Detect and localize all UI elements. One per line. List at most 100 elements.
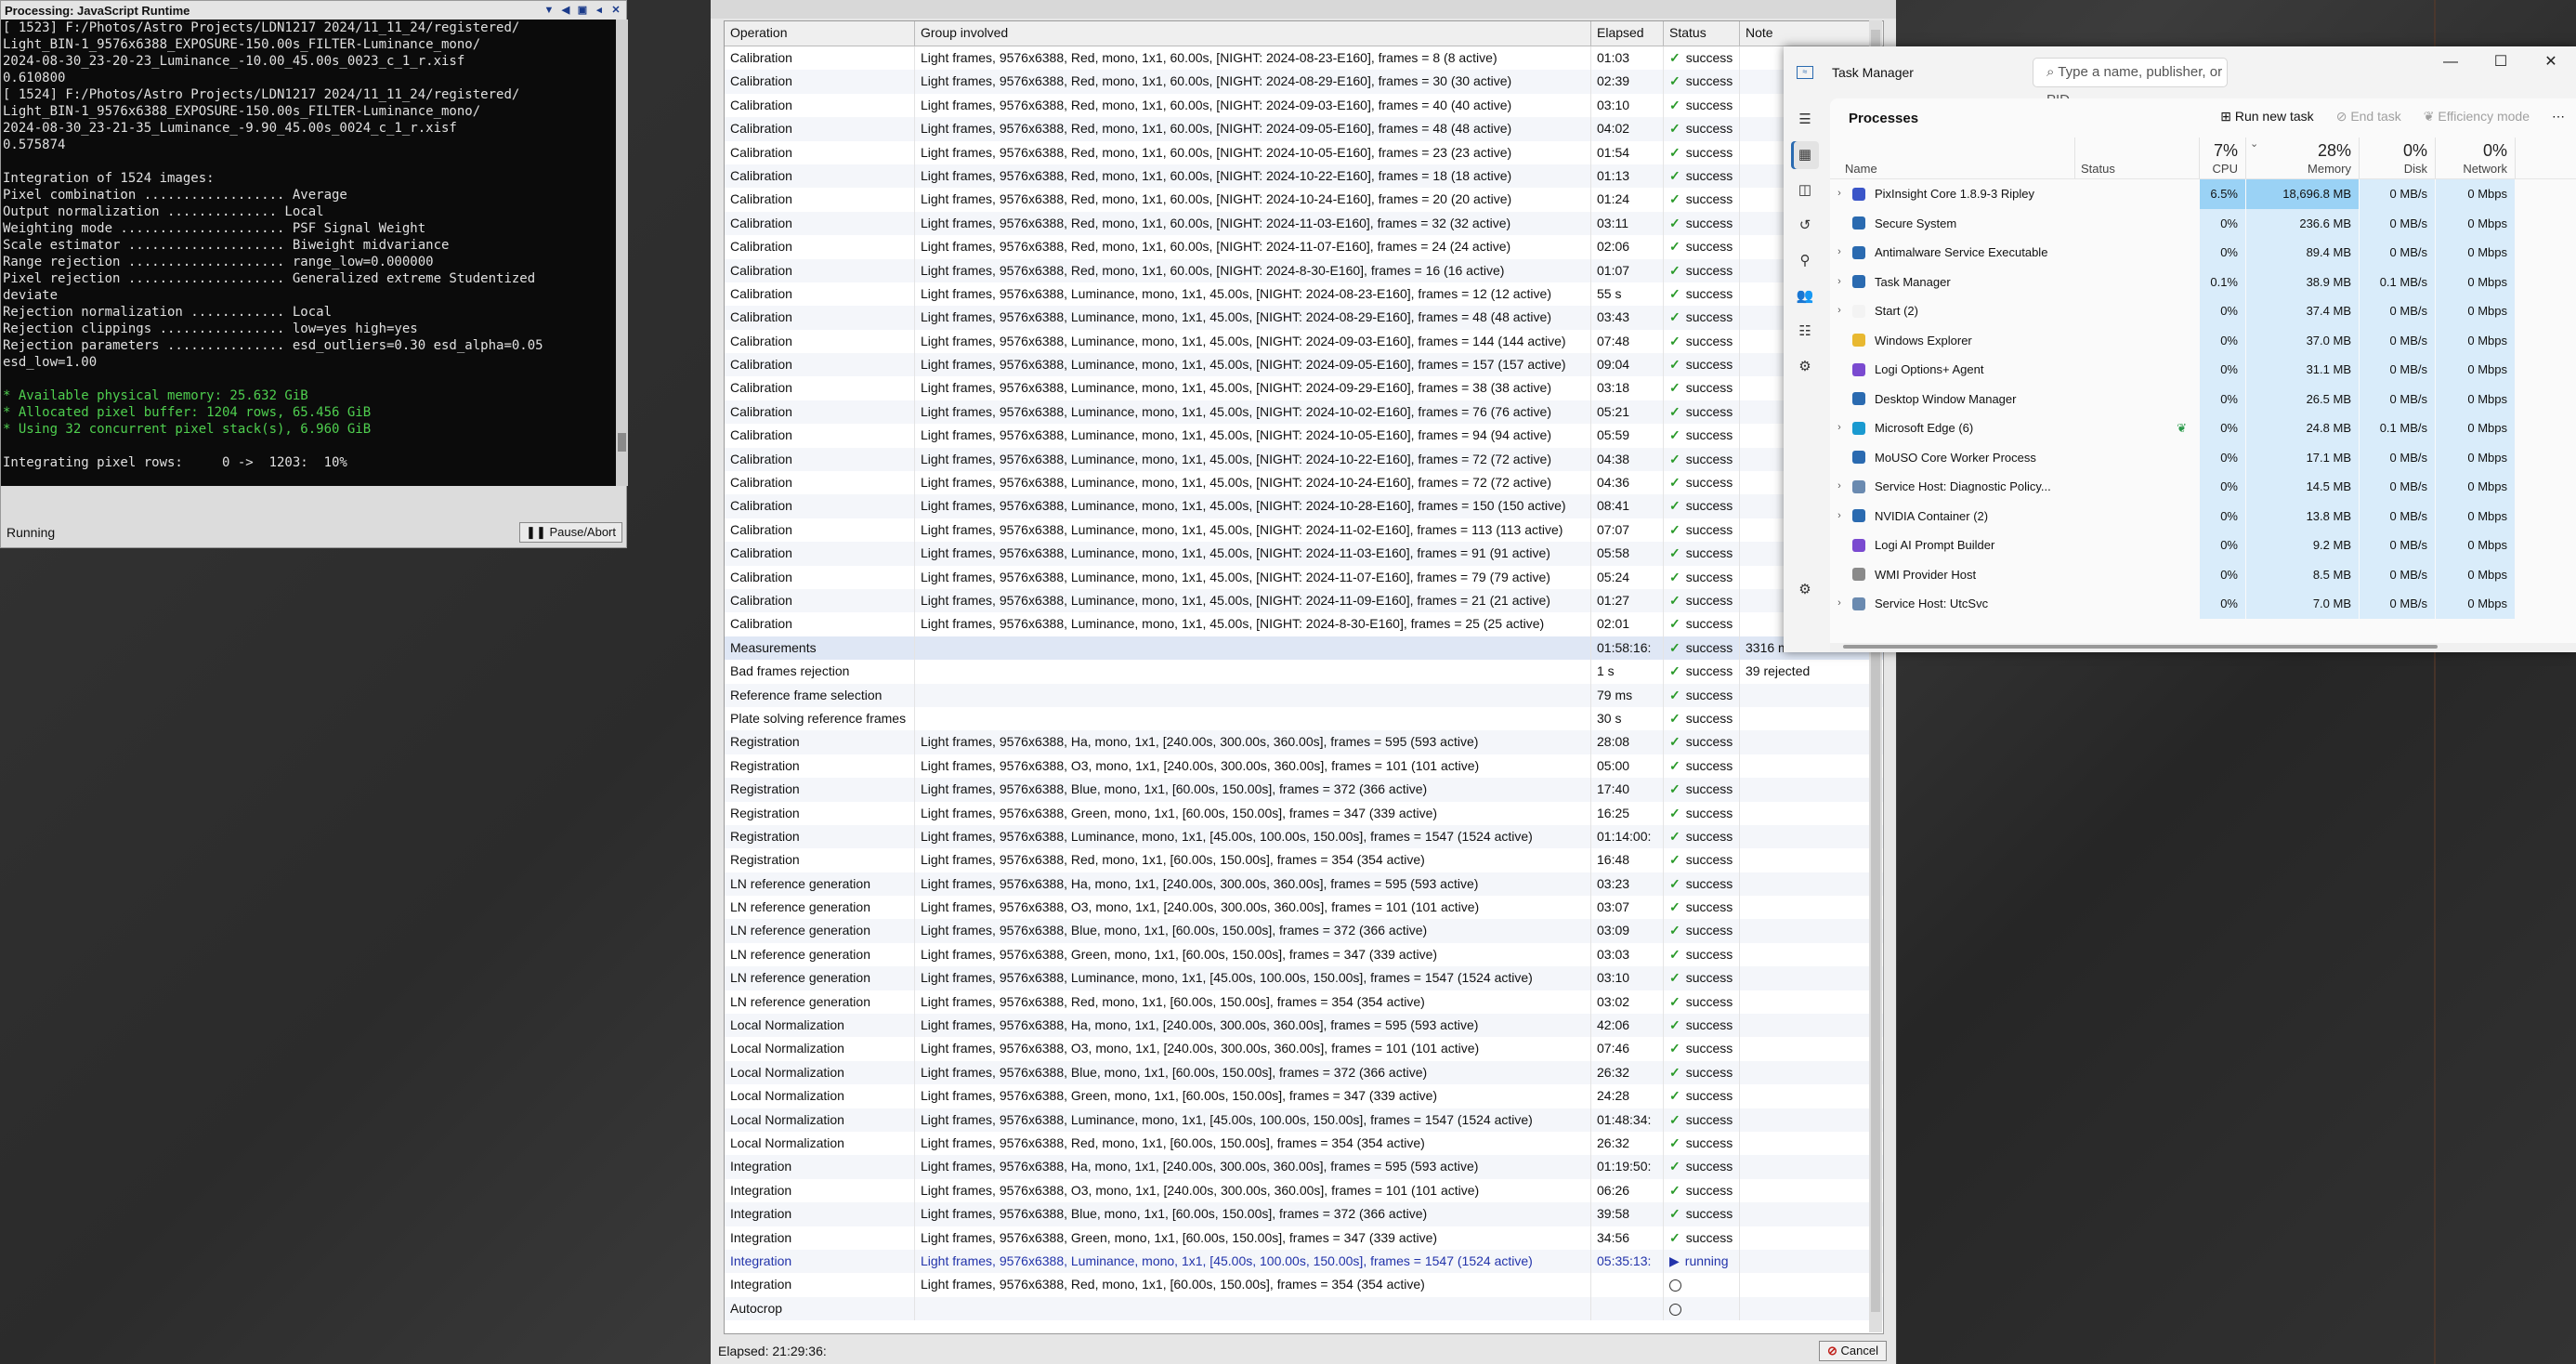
details-icon[interactable]: ☷ [1791,318,1819,346]
col-cpu[interactable]: 7% CPU [2200,138,2246,178]
table-row[interactable]: Local Normalization Light frames, 9576x63… [725,1131,1883,1156]
table-row[interactable]: LN reference generation Light frames, 957… [725,919,1883,943]
table-row[interactable]: Calibration Light frames, 9576x6388, Lumi… [725,588,1883,613]
chevron-right-icon[interactable]: › [1830,413,1849,442]
users-icon[interactable]: 👥 [1791,282,1819,310]
table-row[interactable]: Local Normalization Light frames, 9576x63… [725,1108,1883,1132]
table-row[interactable]: Calibration Light frames, 9576x6388, Lumi… [725,353,1883,377]
process-row[interactable]: › PixInsight Core 1.8.9-3 Ripley 6.5% 18,69… [1830,179,2576,209]
col-network[interactable]: 0% Network [2436,138,2516,178]
process-row[interactable]: › Service Host: Diagnostic Policy... 0% 14.… [1830,472,2576,502]
process-row[interactable]: Secure System 0% 236.6 MB 0 MB/s 0 Mbps [1830,208,2576,238]
performance-icon[interactable]: ◫ [1791,177,1819,204]
chevron-right-icon[interactable]: › [1830,589,1849,618]
process-row[interactable]: WMI Provider Host 0% 8.5 MB 0 MB/s 0 Mbps [1830,559,2576,589]
table-row[interactable]: Calibration Light frames, 9576x6388, Red,… [725,188,1883,212]
chevron-right-icon[interactable]: › [1830,268,1849,296]
chevron-right-icon[interactable]: › [1830,296,1849,325]
efficiency-mode-button[interactable]: ❦ Efficiency mode [2413,104,2541,129]
table-row[interactable]: Calibration Light frames, 9576x6388, Lumi… [725,542,1883,566]
table-row[interactable]: Integration Light frames, 9576x6388, Ha, … [725,1155,1883,1179]
table-row[interactable]: LN reference generation Light frames, 957… [725,990,1883,1015]
process-row[interactable]: › Service Host: UtcSvc 0% 7.0 MB 0 MB/s 0 Mbp… [1830,589,2576,619]
table-row[interactable]: Calibration Light frames, 9576x6388, Red,… [725,140,1883,164]
close-icon[interactable]: ✕ [609,4,622,17]
process-row[interactable]: MoUSO Core Worker Process 0% 17.1 MB 0 MB/s… [1830,442,2576,472]
table-row[interactable]: Calibration Light frames, 9576x6388, Lumi… [725,471,1883,495]
chevron-right-icon[interactable]: › [1830,238,1849,267]
table-row[interactable]: LN reference generation Light frames, 957… [725,966,1883,990]
chevron-right-icon[interactable]: › [1830,502,1849,531]
horizontal-scroll-thumb[interactable] [1843,645,2438,649]
table-row[interactable]: Local Normalization Light frames, 9576x63… [725,1037,1883,1061]
column-note[interactable]: Note [1740,21,1870,46]
table-row[interactable]: LN reference generation Light frames, 957… [725,896,1883,920]
col-status[interactable]: Status [2075,138,2200,178]
table-row[interactable]: Registration Light frames, 9576x6388, Blu… [725,778,1883,802]
table-row[interactable]: Calibration Light frames, 9576x6388, Lumi… [725,447,1883,472]
end-task-button[interactable]: ⊘ End task [2325,104,2413,129]
table-row[interactable]: Calibration Light frames, 9576x6388, Lumi… [725,306,1883,330]
column-group[interactable]: Group involved [915,21,1591,46]
maximize-icon[interactable]: ▣ [576,4,589,17]
table-row[interactable]: Local Normalization Light frames, 9576x63… [725,1060,1883,1085]
table-row[interactable]: Local Normalization Light frames, 9576x63… [725,1014,1883,1038]
minimize-icon[interactable]: — [2426,46,2476,78]
process-row[interactable]: Desktop Window Manager 0% 26.5 MB 0 MB/s 0 M… [1830,384,2576,413]
table-row[interactable]: Bad frames rejection 1 s ✓ success 39 reject… [725,660,1883,684]
table-row[interactable]: Calibration Light frames, 9576x6388, Lumi… [725,376,1883,400]
table-row[interactable]: Measurements01:58:16:✓success3316 measur… [725,636,1883,661]
process-row[interactable]: › Task Manager 0.1% 38.9 MB 0.1 MB/s 0 Mbps [1830,267,2576,296]
table-row[interactable]: Integration Light frames, 9576x6388, Gree… [725,1226,1883,1250]
table-row[interactable]: Calibration Light frames, 9576x6388, Red,… [725,70,1883,94]
table-row[interactable]: Calibration Light frames, 9576x6388, Lumi… [725,424,1883,448]
table-row[interactable]: Integration Light frames, 9576x6388, O3, … [725,1178,1883,1203]
table-row[interactable]: Registration Light frames, 9576x6388, Red… [725,848,1883,872]
process-row[interactable]: › Antimalware Service Executable 0% 89.4 MB… [1830,238,2576,268]
table-row[interactable]: Calibration Light frames, 9576x6388, Lumi… [725,565,1883,589]
table-row[interactable]: Local Normalization Light frames, 9576x63… [725,1084,1883,1108]
table-row[interactable]: Plate solving reference frames 30 s ✓ succe… [725,706,1883,731]
run-new-task-button[interactable]: ⊞ Run new task [2209,104,2324,129]
table-row[interactable]: Integration Light frames, 9576x6388, Lumi… [725,1249,1883,1274]
horizontal-scrollbar[interactable] [1830,643,2576,652]
table-row[interactable]: Integration Light frames, 9576x6388, Blue… [725,1202,1883,1226]
maximize-icon[interactable]: ☐ [2476,46,2526,78]
table-row[interactable]: Calibration Light frames, 9576x6388, Lumi… [725,494,1883,518]
column-elapsed[interactable]: Elapsed [1591,21,1664,46]
process-row[interactable]: › Microsoft Edge (6) ❦ 0% 24.8 MB 0.1 MB/s 0 M… [1830,413,2576,443]
column-operation[interactable]: Operation [725,21,915,46]
close-icon[interactable]: ✕ [2526,46,2576,78]
table-row[interactable]: Registration Light frames, 9576x6388, Gre… [725,801,1883,825]
iconize-icon[interactable]: ◂ [593,4,606,17]
table-row[interactable]: Calibration Light frames, 9576x6388, Lumi… [725,612,1883,636]
collapse-icon[interactable]: ◀ [559,4,572,17]
hamburger-icon[interactable]: ☰ [1791,106,1819,134]
table-row[interactable]: Calibration Light frames, 9576x6388, Red,… [725,258,1883,282]
app-history-icon[interactable]: ↺ [1791,212,1819,240]
table-row[interactable]: Registration Light frames, 9576x6388, Lum… [725,824,1883,849]
table-row[interactable]: Registration Light frames, 9576x6388, O3,… [725,754,1883,779]
table-row[interactable]: Calibration Light frames, 9576x6388, Red,… [725,46,1883,71]
table-row[interactable]: Calibration Light frames, 9576x6388, Red,… [725,235,1883,259]
process-row[interactable]: › Start (2) 0% 37.4 MB 0 MB/s 0 Mbps [1830,296,2576,326]
cancel-button[interactable]: ⊘ Cancel [1819,1341,1887,1361]
table-row[interactable]: Registration Light frames, 9576x6388, Ha,… [725,730,1883,754]
table-row[interactable]: Calibration Light frames, 9576x6388, Red,… [725,211,1883,236]
settings-icon[interactable]: ⚙ [1791,576,1819,604]
process-row[interactable]: Logi AI Prompt Builder 0% 9.2 MB 0 MB/s 0 Mb… [1830,531,2576,560]
chevron-right-icon[interactable]: › [1830,472,1849,501]
console-output[interactable]: [ 1523] F:/Photos/Astro Projects/LDN1217… [1,20,616,486]
table-row[interactable]: Autocrop [725,1296,1883,1321]
table-row[interactable]: Calibration Light frames, 9576x6388, Lumi… [725,282,1883,307]
chevron-right-icon[interactable]: › [1830,179,1849,208]
column-status[interactable]: Status [1664,21,1740,46]
table-row[interactable]: Calibration Light frames, 9576x6388, Red,… [725,164,1883,189]
process-row[interactable]: › NVIDIA Container (2) 0% 13.8 MB 0 MB/s 0 Mb… [1830,501,2576,531]
console-scroll-thumb[interactable] [618,433,626,452]
table-row[interactable]: Calibration Light frames, 9576x6388, Lumi… [725,329,1883,354]
services-icon[interactable]: ⚙ [1791,353,1819,381]
console-scrollbar[interactable] [616,20,628,486]
table-row[interactable]: Calibration Light frames, 9576x6388, Lumi… [725,518,1883,543]
table-row[interactable]: Integration Light frames, 9576x6388, Red,… [725,1273,1883,1297]
